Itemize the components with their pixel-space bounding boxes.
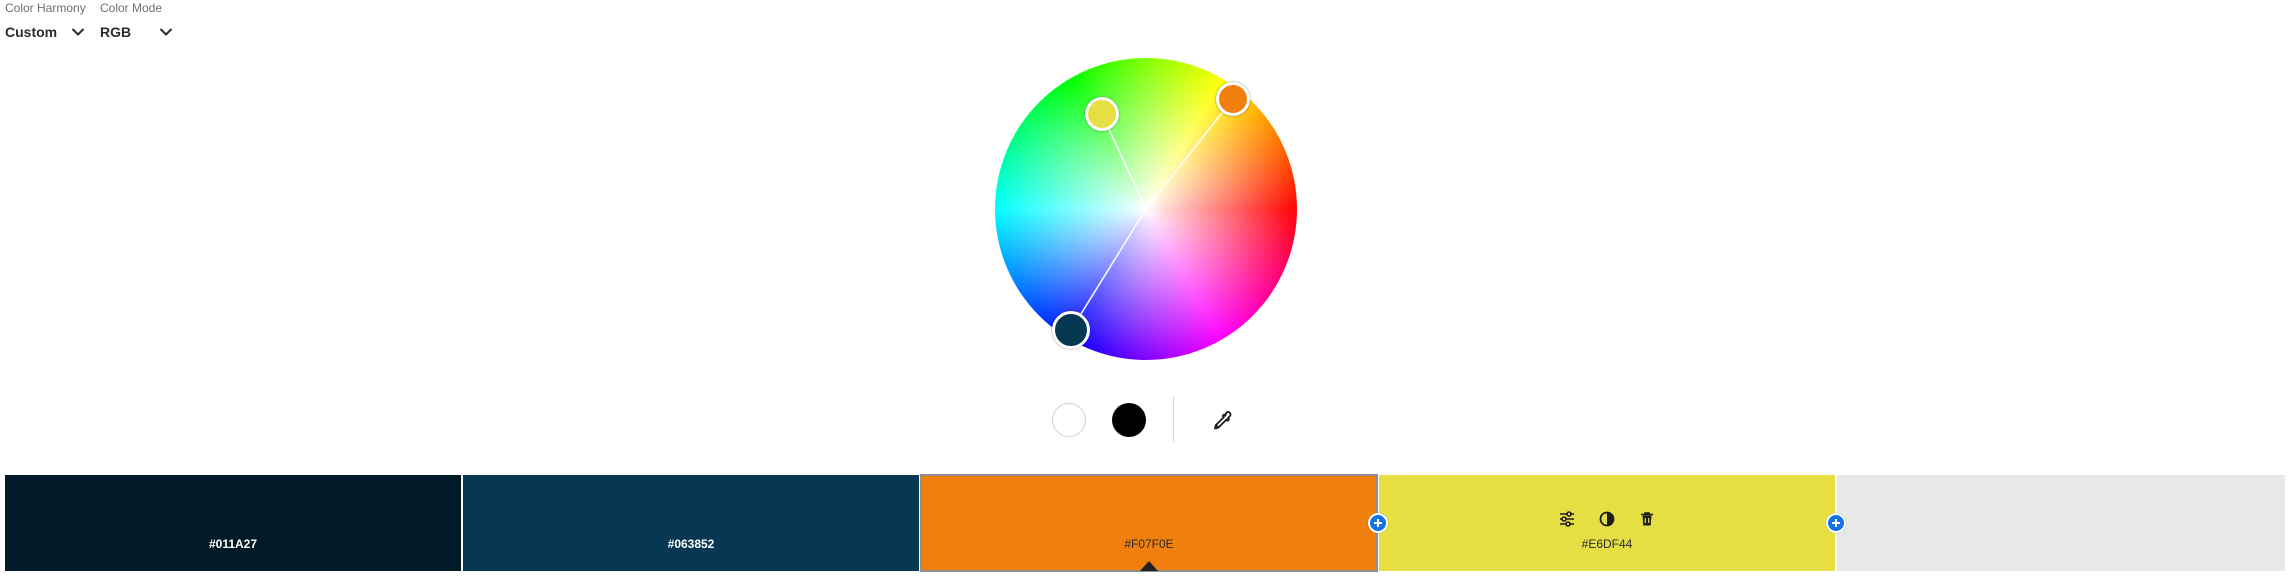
swatch-2[interactable]: #063852 [463, 475, 919, 571]
color-mode-dropdown[interactable]: RGB [100, 24, 173, 40]
white-swatch-button[interactable] [1052, 403, 1086, 437]
trash-icon[interactable] [1638, 510, 1656, 528]
swatch-actions [1379, 510, 1835, 528]
color-mode-control: Color Mode RGB [100, 0, 173, 40]
contrast-icon[interactable] [1598, 510, 1616, 528]
color-wheel [995, 58, 1297, 360]
selected-swatch-indicator [1140, 561, 1158, 571]
swatch-strip: #011A27 #063852 #F07F0E #E6DF44 [5, 474, 2285, 572]
chevron-down-icon [72, 28, 85, 36]
swatch-3[interactable]: #F07F0E [920, 474, 1378, 572]
color-harmony-value: Custom [5, 24, 58, 40]
swatch-empty[interactable] [1837, 475, 2285, 571]
swatch-hex-label: #011A27 [208, 537, 258, 551]
sliders-icon[interactable] [1558, 510, 1576, 528]
color-harmony-dropdown[interactable]: Custom [5, 24, 86, 40]
swatch-1[interactable]: #011A27 [5, 475, 461, 571]
wheel-handle-dark-teal[interactable] [1052, 311, 1090, 349]
add-color-button-right[interactable] [1826, 513, 1846, 533]
black-swatch-button[interactable] [1112, 403, 1146, 437]
swatch-4[interactable]: #E6DF44 [1379, 475, 1835, 571]
color-harmony-control: Color Harmony Custom [5, 0, 86, 40]
harmony-lines [1070, 98, 1234, 331]
color-harmony-label: Color Harmony [5, 1, 86, 15]
color-mode-label: Color Mode [100, 1, 163, 15]
swatch-hex-label: #F07F0E [1124, 537, 1174, 551]
eyedropper-icon[interactable] [1210, 409, 1234, 433]
chevron-down-icon [160, 28, 173, 36]
color-mode-value: RGB [100, 24, 132, 40]
swatch-hex-label: #E6DF44 [1581, 537, 1633, 551]
add-color-button-left[interactable] [1368, 513, 1388, 533]
wheel-handle-yellow[interactable] [1085, 97, 1119, 131]
tools-divider [1173, 396, 1174, 442]
wheel-handle-orange[interactable] [1216, 82, 1250, 116]
swatch-hex-label: #063852 [667, 537, 715, 551]
